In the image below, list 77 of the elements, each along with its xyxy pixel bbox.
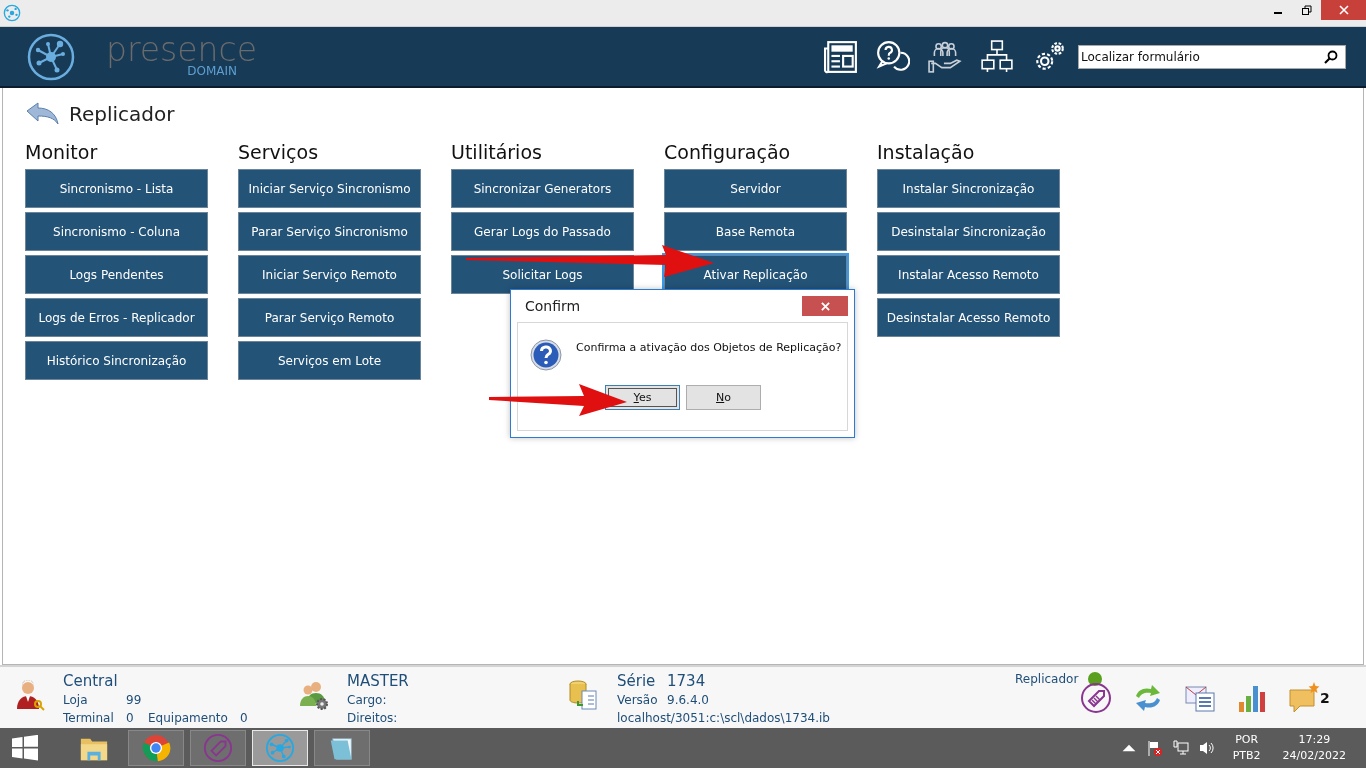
- menu-button[interactable]: Sincronismo - Lista: [25, 169, 208, 208]
- taskbar-app[interactable]: [128, 730, 184, 766]
- close-icon[interactable]: [820, 301, 830, 311]
- close-icon[interactable]: [1338, 5, 1349, 15]
- clock-date[interactable]: 24/02/2022: [1282, 748, 1346, 764]
- question-icon: [530, 339, 562, 371]
- user-name: MASTER: [347, 671, 409, 691]
- menu-button[interactable]: Desinstalar Sincronização: [877, 212, 1060, 251]
- database-path: localhost/3051:c:\scl\dados\1734.ib: [617, 710, 830, 727]
- field-value: 0: [240, 710, 248, 727]
- dialog-button[interactable]: No: [686, 385, 761, 410]
- menu-button[interactable]: Iniciar Serviço Remoto: [238, 255, 421, 294]
- group-heading: Serviços: [238, 140, 320, 165]
- user-key-icon: [14, 679, 46, 711]
- menu-button[interactable]: Histórico Sincronização: [25, 341, 208, 380]
- menu-button[interactable]: Instalar Acesso Remoto: [877, 255, 1060, 294]
- close-button[interactable]: [802, 296, 848, 316]
- back-arrow-icon[interactable]: [25, 102, 59, 126]
- restore-icon[interactable]: [1301, 5, 1312, 15]
- menu-button[interactable]: Parar Serviço Remoto: [238, 298, 421, 337]
- field-label: Loja: [63, 692, 89, 709]
- people-hand-icon[interactable]: [928, 39, 962, 74]
- field-value: 9.6.4.0: [667, 692, 709, 709]
- menu-button[interactable]: Sincronismo - Coluna: [25, 212, 208, 251]
- menu-button[interactable]: Parar Serviço Sincronismo: [238, 212, 421, 251]
- dialog-message: Confirma a ativação dos Objetos de Replicação?: [576, 341, 842, 354]
- tag-icon[interactable]: [1080, 682, 1112, 714]
- tag-icon: [203, 733, 233, 763]
- notification-count: 2: [1320, 690, 1330, 706]
- menu-button[interactable]: Logs de Erros - Replicador: [25, 298, 208, 337]
- menu-button[interactable]: Serviços em Lote: [238, 341, 421, 380]
- chat-star-icon[interactable]: [1288, 682, 1320, 714]
- speaker-icon[interactable]: [1198, 740, 1215, 756]
- language-indicator[interactable]: POR PTB2: [1232, 732, 1261, 764]
- menu-button[interactable]: Logs Pendentes: [25, 255, 208, 294]
- menu-button[interactable]: Iniciar Serviço Sincronismo: [238, 169, 421, 208]
- field-value: 1734: [667, 671, 706, 691]
- field-value: 0: [126, 710, 135, 727]
- start-icon[interactable]: [12, 735, 38, 761]
- app-logo-icon: [3, 4, 21, 22]
- clock-time[interactable]: 17:29: [1298, 732, 1331, 748]
- field-label: Versão: [617, 692, 659, 709]
- network-logo-icon: [265, 733, 295, 763]
- menu-button[interactable]: Gerar Logs do Passado: [451, 212, 634, 251]
- group-heading: Monitor: [25, 140, 99, 165]
- store-name: Central: [63, 671, 119, 691]
- dialog-button[interactable]: Yes: [605, 385, 680, 410]
- brand-subtitle: DOMAIN: [187, 65, 237, 78]
- search-icon[interactable]: [1324, 49, 1338, 64]
- menu-button[interactable]: Servidor: [664, 169, 847, 208]
- menu-button[interactable]: Instalar Sincronização: [877, 169, 1060, 208]
- page-title: Replicador: [69, 102, 175, 126]
- menu-button[interactable]: Base Remota: [664, 212, 847, 251]
- field-value: 99: [126, 692, 142, 709]
- group-heading: Utilitários: [451, 140, 543, 165]
- network-icon[interactable]: [1172, 740, 1189, 756]
- menu-button[interactable]: Desinstalar Acesso Remoto: [877, 298, 1060, 337]
- browser-icon: [141, 733, 171, 763]
- field-label: Terminal: [63, 710, 115, 727]
- group-heading: Instalação: [877, 140, 976, 165]
- search-field[interactable]: Localizar formulário: [1078, 44, 1346, 69]
- field-label: Cargo:: [347, 692, 388, 709]
- database-document-icon: [568, 679, 600, 711]
- help-chat-icon[interactable]: [876, 39, 910, 74]
- newspaper-icon[interactable]: [824, 39, 858, 74]
- users-gear-icon: [298, 679, 330, 711]
- group-heading: Configuração: [664, 140, 792, 165]
- dialog-title: Confirm: [525, 298, 581, 314]
- taskbar-app[interactable]: [314, 730, 370, 766]
- field-label: Série: [617, 671, 657, 691]
- menu-button[interactable]: Sincronizar Generators: [451, 169, 634, 208]
- service-label: Replicador: [1015, 672, 1079, 686]
- logo-icon: [26, 31, 76, 82]
- field-label: Direitos:: [347, 710, 399, 727]
- network-computers-icon[interactable]: [980, 39, 1014, 74]
- field-label: Equipamento: [148, 710, 229, 727]
- flag-error-icon[interactable]: [1146, 740, 1163, 756]
